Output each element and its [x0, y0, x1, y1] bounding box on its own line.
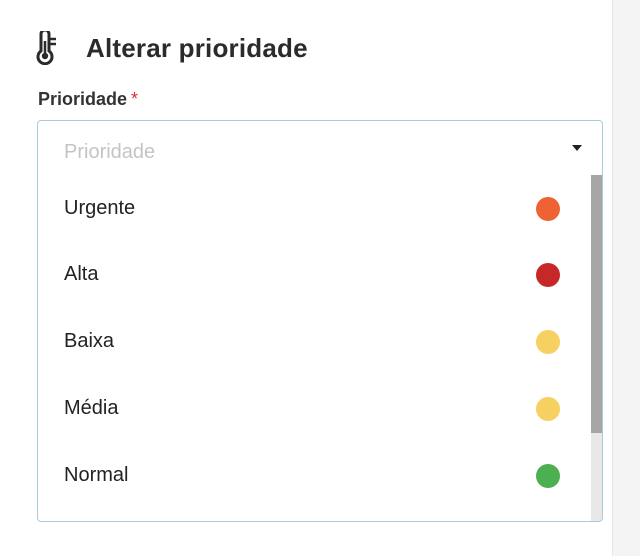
priority-color-dot [536, 397, 560, 421]
option-media[interactable]: Média [38, 375, 590, 441]
dialog-title: Alterar prioridade [86, 32, 308, 63]
option-normal[interactable]: Normal [38, 442, 590, 508]
options-scrollbar[interactable] [591, 175, 602, 521]
option-urgente[interactable]: Urgente [38, 175, 590, 241]
option-label: Urgente [64, 197, 136, 219]
priority-color-dot [536, 464, 560, 488]
option-label: Baixa [64, 330, 115, 352]
select-trigger[interactable]: Prioridade [38, 121, 602, 179]
chevron-down-icon[interactable] [572, 145, 582, 151]
priority-label-text: Prioridade [38, 89, 128, 109]
priority-color-dot [536, 197, 560, 221]
thermometer-icon [36, 28, 58, 66]
select-placeholder: Prioridade [64, 141, 156, 163]
option-alta[interactable]: Alta [38, 241, 590, 307]
option-label: Normal [64, 464, 129, 486]
priority-field-label: Prioridade * [38, 89, 138, 110]
required-marker: * [131, 89, 139, 109]
option-label: Média [64, 397, 119, 419]
dialog-header: Alterar prioridade [36, 28, 308, 68]
option-baixa[interactable]: Baixa [38, 308, 590, 374]
option-label: Alta [64, 263, 99, 285]
priority-options-list: Urgente Alta Baixa Média Normal [38, 175, 590, 521]
scrollbar-thumb[interactable] [591, 175, 602, 433]
priority-select[interactable]: Prioridade Urgente Alta Baixa Média Norm… [37, 120, 603, 522]
change-priority-panel: Alterar prioridade Prioridade * Prioridad… [0, 0, 613, 556]
priority-color-dot [536, 263, 560, 287]
priority-color-dot [536, 330, 560, 354]
